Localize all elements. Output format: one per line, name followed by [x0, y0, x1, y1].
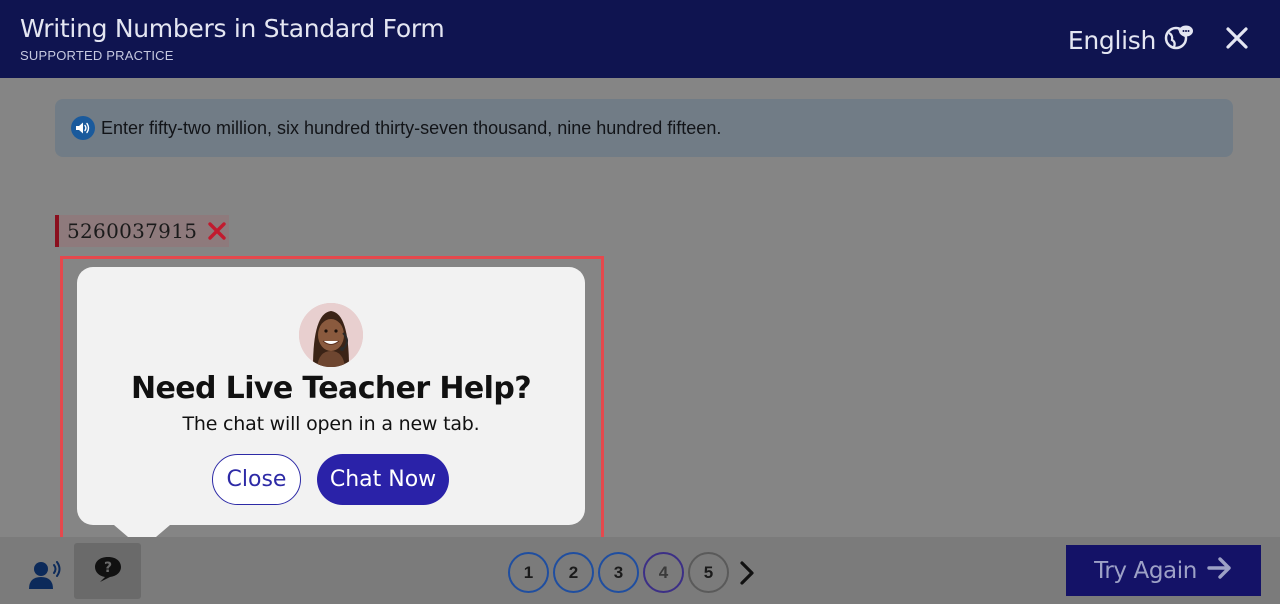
incorrect-x-icon	[207, 221, 227, 241]
live-help-popup: Need Live Teacher Help? The chat will op…	[77, 267, 585, 549]
popup-heading: Need Live Teacher Help?	[130, 371, 532, 406]
prompt-text: Enter fifty-two million, six hundred thi…	[101, 117, 722, 138]
page-subtitle: SUPPORTED PRACTICE	[20, 48, 174, 63]
submitted-answer: 5260037915	[55, 215, 229, 247]
teacher-avatar	[299, 303, 363, 367]
app-header: Writing Numbers in Standard Form SUPPORT…	[0, 0, 1280, 78]
language-label: English	[1067, 25, 1156, 55]
page-4-button[interactable]: 4	[643, 552, 684, 593]
close-button[interactable]: Close	[212, 454, 301, 505]
footer-bar: ? 1 2 3 4 5 Try Again	[0, 537, 1280, 604]
question-bubble-icon: ?	[93, 555, 123, 588]
page-2-button[interactable]: 2	[553, 552, 594, 593]
help-chat-button[interactable]: ?	[74, 543, 141, 599]
answer-value: 5260037915	[67, 219, 198, 243]
page-3-button[interactable]: 3	[598, 552, 639, 593]
chevron-right-icon[interactable]	[733, 552, 761, 593]
language-selector[interactable]: English	[1068, 24, 1194, 56]
question-pager: 1 2 3 4 5	[508, 552, 761, 593]
speaker-icon[interactable]	[71, 116, 95, 140]
question-prompt: Enter fifty-two million, six hundred thi…	[55, 99, 1233, 157]
read-aloud-user-icon[interactable]	[28, 559, 62, 591]
page-1-button[interactable]: 1	[508, 552, 549, 593]
try-again-label: Try Again	[1094, 557, 1197, 584]
arrow-right-icon	[1207, 556, 1233, 585]
svg-text:?: ?	[103, 560, 111, 576]
close-icon[interactable]	[1222, 22, 1252, 54]
chat-now-button[interactable]: Chat Now	[317, 454, 449, 505]
page-5-button[interactable]: 5	[688, 552, 729, 593]
globe-chat-icon	[1164, 24, 1194, 56]
page-title: Writing Numbers in Standard Form	[20, 14, 445, 43]
popup-subtext: The chat will open in a new tab.	[182, 413, 480, 435]
try-again-button[interactable]: Try Again	[1066, 545, 1261, 596]
